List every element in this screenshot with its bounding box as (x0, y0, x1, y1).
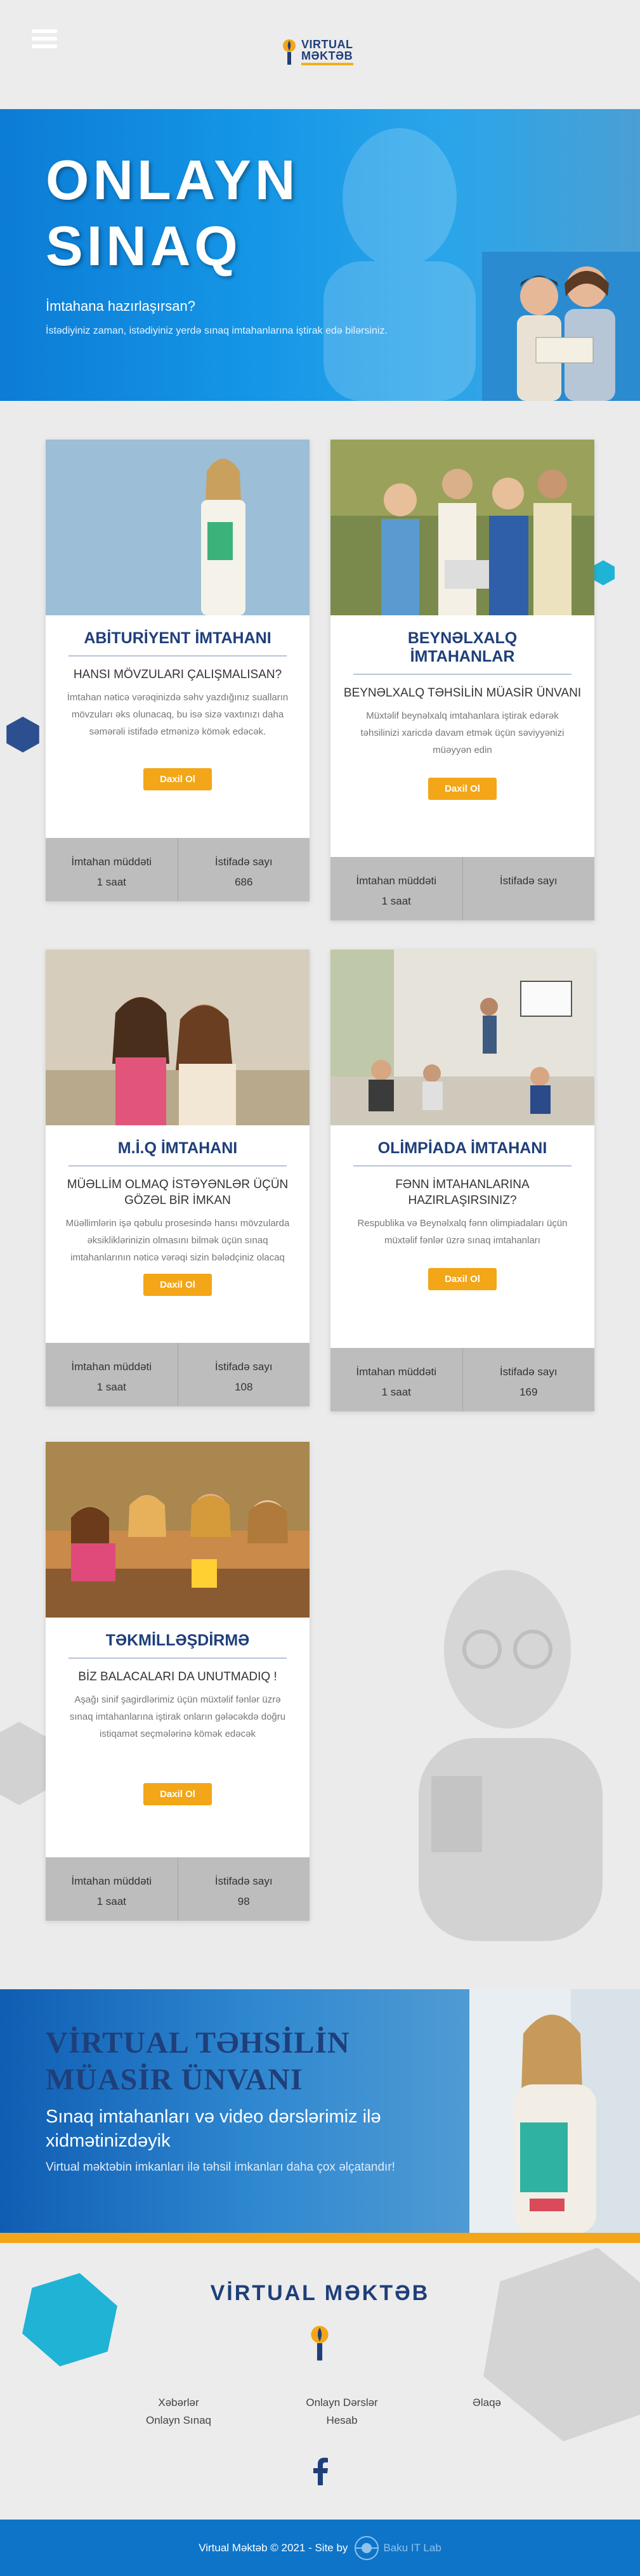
hexagon-decoration (6, 716, 39, 753)
usage-value: 98 (237, 1895, 250, 1907)
footer-logo-icon (311, 2325, 329, 2361)
enter-button[interactable]: Daxil Ol (143, 1274, 212, 1296)
duration-value: 1 saat (96, 1895, 126, 1907)
footer-link-online-exam[interactable]: Onlayn Sınaq (146, 2412, 211, 2429)
menu-icon[interactable] (32, 29, 57, 55)
enter-button[interactable]: Daxil Ol (428, 778, 497, 800)
copyright-bar: Virtual Məktəb © 2021 - Site by Baku IT … (0, 2520, 640, 2576)
card-description: Müəllimlərin işə qəbulu prosesində hansı… (65, 1218, 290, 1263)
facebook-icon[interactable] (311, 2457, 330, 2485)
footer-link-online-lessons[interactable]: Onlayn Dərslər (306, 2394, 377, 2412)
duration-label: İmtahan müddəti (356, 1366, 437, 1378)
card-stats: İmtahan müddəti 1 saat İstifadə sayı (330, 857, 594, 920)
card-subtitle: FƏNN İMTAHANLARINA HAZIRLAŞIRSINIZ? (395, 1178, 530, 1207)
duration-value: 1 saat (96, 1381, 126, 1393)
developer-name: Baku IT Lab (383, 2541, 441, 2554)
enter-button[interactable]: Daxil Ol (428, 1268, 497, 1290)
exam-card: ABİTURİYENT İMTAHANI HANSI MÖVZULARI ÇAL… (46, 440, 310, 901)
duration-label: İmtahan müddəti (71, 856, 152, 868)
banner-title: VİRTUAL TƏHSİLİN MÜASİR ÜNVANI (46, 2026, 350, 2096)
card-stats: İmtahan müddəti 1 saat İstifadə sayı 169 (330, 1348, 594, 1411)
card-description: İmtahan nəticə vərəqinizdə səhv yazdığın… (67, 692, 289, 737)
logo-torch-icon (283, 39, 296, 65)
usage-label: İstifadə sayı (214, 1875, 273, 1887)
card-stats: İmtahan müddəti 1 saat İstifadə sayı 108 (46, 1343, 310, 1406)
site-logo[interactable]: VIRTUAL MƏKTƏB (282, 38, 353, 66)
banner-subtitle: Sınaq imtahanları və video dərslərimiz i… (46, 2107, 381, 2151)
card-image (330, 950, 594, 1125)
card-description: Müxtəlif beynəlxalq imtahanlara iştirak … (360, 710, 565, 755)
card-title: ABİTURİYENT İMTAHANI (69, 625, 287, 657)
hero-question: İmtahana hazırlaşırsan? (46, 298, 196, 314)
card-image (46, 1442, 310, 1618)
banner-student-image (469, 1989, 640, 2233)
card-title: BEYNƏLXALQ İMTAHANLAR (353, 625, 571, 675)
enter-button[interactable]: Daxil Ol (143, 1783, 212, 1805)
developer-logo-icon (355, 2535, 379, 2560)
logo-line2: MƏKTƏB (301, 49, 353, 62)
hero-title: ONLAYN SINAQ (46, 148, 299, 277)
card-image (46, 950, 310, 1125)
site-footer: VİRTUAL MƏKTƏB Xəbərlər Onlayn Sınaq Onl… (0, 2243, 640, 2520)
exam-card: BEYNƏLXALQ İMTAHANLAR BEYNƏLXALQ TƏHSİLİ… (330, 440, 594, 920)
banner-accent-stripe (0, 2233, 640, 2243)
banner-note: Virtual məktəbin imkanları ilə təhsil im… (46, 2161, 395, 2174)
usage-label: İstifadə sayı (499, 875, 558, 887)
background-woman-image (419, 1570, 603, 1941)
footer-link-contact[interactable]: Əlaqə (473, 2394, 501, 2412)
usage-label: İstifadə sayı (499, 1366, 558, 1378)
duration-label: İmtahan müddəti (71, 1361, 152, 1373)
card-subtitle: MÜƏLLİM OLMAQ İSTƏYƏNLƏR ÜÇÜN GÖZƏL BİR … (67, 1178, 289, 1207)
card-description: Respublika və Beynəlxalq fənn olimpiadal… (357, 1218, 568, 1246)
logo-line1: VIRTUAL (301, 38, 353, 51)
card-stats: İmtahan müddəti 1 saat İstifadə sayı 686 (46, 838, 310, 901)
usage-value: 108 (235, 1381, 253, 1393)
card-image (330, 440, 594, 615)
footer-link-account[interactable]: Hesab (306, 2412, 377, 2429)
usage-value: 686 (235, 876, 253, 888)
duration-label: İmtahan müddəti (71, 1875, 152, 1887)
exam-card: TƏKMİLLƏŞDİRMƏ BİZ BALACALARI DA UNUTMAD… (46, 1442, 310, 1921)
card-title: M.İ.Q İMTAHANI (69, 1135, 287, 1167)
duration-value: 1 saat (381, 895, 411, 907)
card-subtitle: BİZ BALACALARI DA UNUTMADIQ ! (78, 1670, 277, 1684)
card-description: Aşağı sinif şagirdlərimiz üçün müxtəlif … (69, 1694, 286, 1739)
developer-link[interactable]: Baku IT Lab (354, 2535, 441, 2561)
usage-label: İstifadə sayı (214, 856, 273, 868)
promo-banner: VİRTUAL TƏHSİLİN MÜASİR ÜNVANI Sınaq imta… (0, 1989, 640, 2243)
footer-link-news[interactable]: Xəbərlər (146, 2394, 211, 2412)
copyright-text: Virtual Məktəb © 2021 - Site by (199, 2541, 348, 2554)
duration-label: İmtahan müddəti (356, 875, 437, 887)
hero-section: ONLAYN SINAQ İmtahana hazırlaşırsan? İstə… (0, 109, 640, 401)
duration-value: 1 saat (381, 1386, 411, 1398)
card-title: TƏKMİLLƏŞDİRMƏ (69, 1628, 287, 1659)
hero-description: İstədiyiniz zaman, istədiyiniz yerdə sın… (46, 325, 388, 336)
usage-label: İstifadə sayı (214, 1361, 273, 1373)
card-stats: İmtahan müddəti 1 saat İstifadə sayı 98 (46, 1857, 310, 1921)
footer-title: VİRTUAL MƏKTƏB (210, 2281, 430, 2305)
card-subtitle: HANSI MÖVZULARI ÇALIŞMALISAN? (73, 668, 282, 681)
card-image (46, 440, 310, 615)
enter-button[interactable]: Daxil Ol (143, 768, 212, 790)
exam-card: M.İ.Q İMTAHANI MÜƏLLİM OLMAQ İSTƏYƏNLƏR … (46, 950, 310, 1406)
card-subtitle: BEYNƏLXALQ TƏHSİLİN MÜASİR ÜNVANI (343, 686, 582, 700)
hero-students-image (482, 252, 640, 401)
usage-value: 169 (519, 1386, 538, 1398)
footer-links: Xəbərlər Onlayn Sınaq Onlayn Dərslər Hes… (146, 2394, 501, 2429)
site-header: VIRTUAL MƏKTƏB (0, 0, 640, 109)
duration-value: 1 saat (96, 876, 126, 888)
card-title: OLİMPİADA İMTAHANI (353, 1135, 571, 1167)
exam-card: OLİMPİADA İMTAHANI FƏNN İMTAHANLARINA HA… (330, 950, 594, 1411)
